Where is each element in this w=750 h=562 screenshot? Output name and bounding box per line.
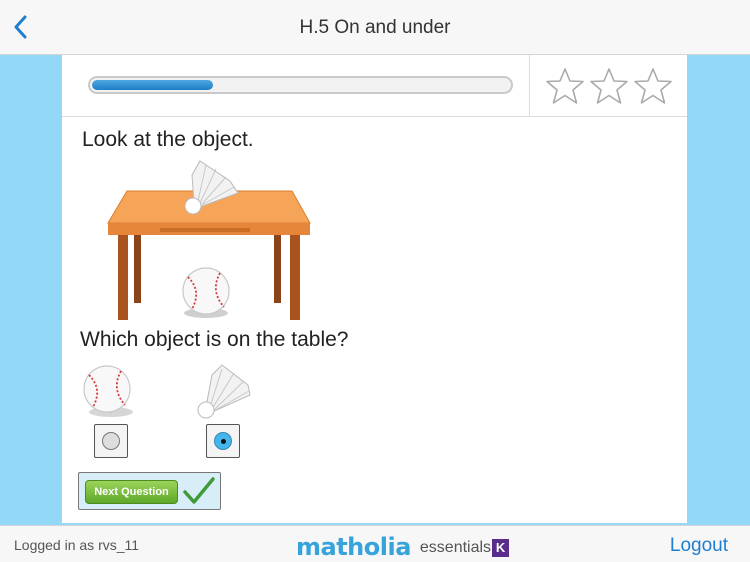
option-2-radio[interactable] [206,424,240,458]
option-1-radio[interactable] [94,424,128,458]
logout-link[interactable]: Logout [670,535,728,557]
progress-row [62,55,687,117]
logged-in-label: Logged in as rvs_11 [14,537,140,553]
next-question-area: Next Question [78,472,221,510]
matholia-logo: matholia essentials K [296,529,510,561]
footer-bar: Logged in as rvs_11 matholia essentials … [0,525,750,562]
radio-dot [102,432,120,450]
page-title: H.5 On and under [299,17,451,38]
progress-fill [92,80,213,90]
shuttlecock-option-image[interactable] [192,363,254,419]
checkmark-icon [183,477,215,504]
star-rating [529,55,687,117]
baseball-under-table [182,267,230,318]
logo-k-badge: K [492,539,510,557]
progress-bar [88,76,513,94]
logo-wordmark: matholia [296,533,411,561]
radio-dot-selected [214,432,232,450]
next-question-button[interactable]: Next Question [85,480,178,504]
question-ask: Which object is on the table? [80,328,349,351]
question-panel: Look at the object. Which object is on t… [62,55,687,523]
top-bar: H.5 On and under [0,0,750,55]
star-icon [545,68,584,104]
star-icon [633,68,672,104]
table-scene-image [107,160,311,320]
question-prompt: Look at the object. [82,128,254,151]
baseball-option-image[interactable] [79,363,141,419]
star-icon [589,68,628,104]
logo-subtitle: essentials [419,539,492,556]
